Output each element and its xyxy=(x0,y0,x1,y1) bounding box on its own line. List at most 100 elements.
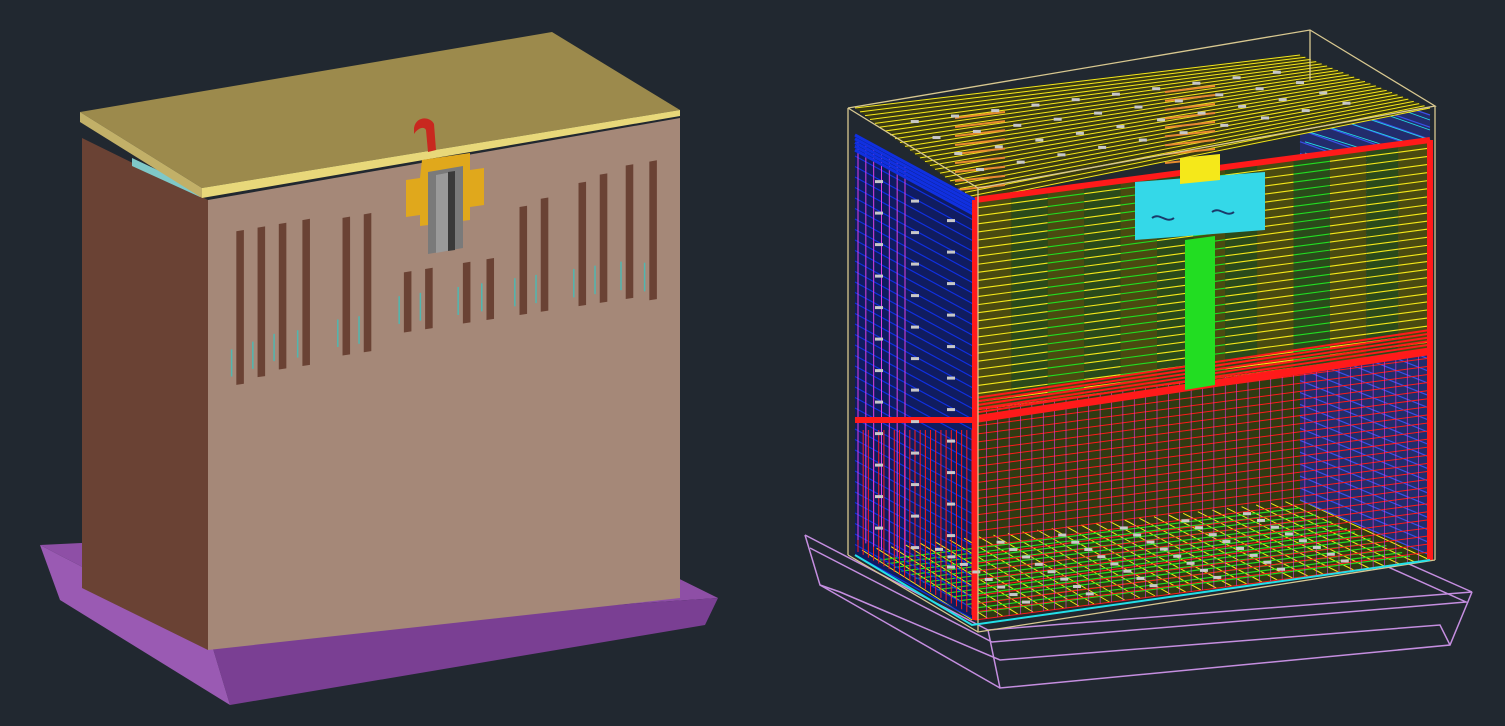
rivet-dot-7 xyxy=(911,262,919,266)
rivet-dot-104 xyxy=(954,152,963,156)
rivet-dot-5 xyxy=(947,250,955,254)
rivet-dot-78 xyxy=(1270,525,1279,529)
rivet-dot-106 xyxy=(1035,138,1044,142)
rivet-dot-88 xyxy=(1071,98,1080,102)
vent-slot-6 xyxy=(363,213,372,353)
rivet-dot-24 xyxy=(875,432,883,436)
rivet-dot-28 xyxy=(911,483,919,487)
rivet-dot-25 xyxy=(911,451,919,455)
rivet-dot-11 xyxy=(947,313,955,317)
rivet-dot-112 xyxy=(1278,98,1287,102)
rivet-dot-79 xyxy=(1284,532,1293,536)
vent-slot-13 xyxy=(578,181,587,307)
rivet-dot-16 xyxy=(911,357,919,361)
rivet-dot-122 xyxy=(1301,109,1310,113)
rivet-dot-44 xyxy=(996,540,1005,544)
rivet-dot-58 xyxy=(1136,576,1145,580)
rivet-dot-29 xyxy=(947,502,955,506)
rivet-dot-115 xyxy=(1016,160,1025,164)
rivet-dot-103 xyxy=(1296,81,1305,85)
rivet-dot-110 xyxy=(1197,111,1206,115)
vent-slot-2 xyxy=(257,226,266,378)
rivet-dot-57 xyxy=(1123,569,1132,573)
vent-slot-4 xyxy=(302,218,310,366)
rivet-dot-61 xyxy=(1133,533,1142,537)
rivet-dot-73 xyxy=(1249,553,1258,557)
rivet-dot-2 xyxy=(947,219,955,223)
rivet-dot-13 xyxy=(911,325,919,329)
rivet-dot-40 xyxy=(984,577,993,581)
rivet-dot-80 xyxy=(1298,539,1307,543)
solid-enclosure-model[interactable] xyxy=(40,32,718,705)
rivet-dot-12 xyxy=(875,306,883,310)
rivet-dot-42 xyxy=(1009,593,1018,597)
rivet-dot-98 xyxy=(1094,111,1103,115)
rivet-dot-69 xyxy=(1195,526,1204,530)
label-panel-tab xyxy=(1180,154,1220,184)
rivet-dot-101 xyxy=(1215,93,1224,97)
rivet-dot-72 xyxy=(1236,546,1245,550)
rivet-dot-92 xyxy=(1232,76,1241,80)
rivet-dot-38 xyxy=(959,562,968,566)
rivet-dot-23 xyxy=(947,439,955,443)
rivet-dot-108 xyxy=(1116,125,1125,129)
rivet-dot-37 xyxy=(947,555,956,559)
rivet-dot-116 xyxy=(1057,153,1066,157)
rivet-dot-47 xyxy=(1034,562,1043,566)
rivet-dot-17 xyxy=(947,376,955,380)
rivet-dot-52 xyxy=(1058,533,1067,537)
rivet-dot-53 xyxy=(1071,540,1080,544)
rivet-dot-94 xyxy=(932,136,941,140)
rivet-dot-54 xyxy=(1084,548,1093,552)
rivet-dot-71 xyxy=(1222,540,1231,544)
rivet-dot-74 xyxy=(1263,560,1272,564)
rivet-dot-1 xyxy=(911,199,919,203)
rivet-dot-114 xyxy=(975,168,984,172)
rivet-dot-84 xyxy=(910,120,919,124)
rivet-dot-22 xyxy=(911,420,919,424)
vent-slot-14 xyxy=(599,173,608,303)
model-viewport[interactable] xyxy=(0,0,1505,726)
body-side-face xyxy=(82,138,208,650)
rivet-dot-34 xyxy=(911,546,919,550)
rivet-dot-81 xyxy=(1312,545,1321,549)
rivet-dot-18 xyxy=(875,369,883,373)
rivet-dot-65 xyxy=(1186,561,1195,565)
rivet-dot-60 xyxy=(1119,526,1128,530)
rivet-dot-117 xyxy=(1098,145,1107,149)
rivet-dot-82 xyxy=(1326,552,1335,556)
vent-slot-11 xyxy=(519,205,528,316)
rivet-dot-43 xyxy=(1022,600,1031,604)
rivet-dot-102 xyxy=(1255,87,1264,91)
rivet-dot-95 xyxy=(972,129,981,133)
vent-slot-9 xyxy=(462,261,471,324)
rivet-dot-105 xyxy=(994,145,1003,149)
vent-slot-1 xyxy=(236,229,244,385)
wireframe-enclosure-model[interactable] xyxy=(804,29,1473,689)
rivet-dot-41 xyxy=(997,585,1006,589)
rivet-dot-86 xyxy=(991,109,1000,113)
rivet-dot-63 xyxy=(1159,547,1168,551)
rivet-dot-85 xyxy=(950,114,959,118)
rivet-dot-68 xyxy=(1181,519,1190,523)
rivet-dot-118 xyxy=(1138,138,1147,142)
rivet-dot-51 xyxy=(1085,592,1094,596)
rivet-dot-35 xyxy=(947,565,955,569)
viewport-canvas[interactable] xyxy=(0,0,1505,726)
rivet-dot-56 xyxy=(1110,562,1119,566)
rivet-dot-97 xyxy=(1053,117,1062,121)
vent-slot-5 xyxy=(342,216,351,356)
rivet-dot-0 xyxy=(875,180,883,184)
rivet-dot-45 xyxy=(1009,548,1018,552)
rivet-dot-100 xyxy=(1174,99,1183,103)
rivet-dot-49 xyxy=(1060,577,1069,581)
rivet-dot-120 xyxy=(1220,123,1229,127)
rivet-dot-77 xyxy=(1256,518,1265,522)
rivet-dot-55 xyxy=(1097,555,1106,559)
rivet-dot-15 xyxy=(875,337,883,341)
center-green-post xyxy=(1185,236,1215,390)
rivet-dot-99 xyxy=(1134,105,1143,109)
rivet-dot-107 xyxy=(1075,131,1084,135)
rivet-dot-8 xyxy=(947,282,955,286)
rivet-dot-48 xyxy=(1047,570,1056,574)
